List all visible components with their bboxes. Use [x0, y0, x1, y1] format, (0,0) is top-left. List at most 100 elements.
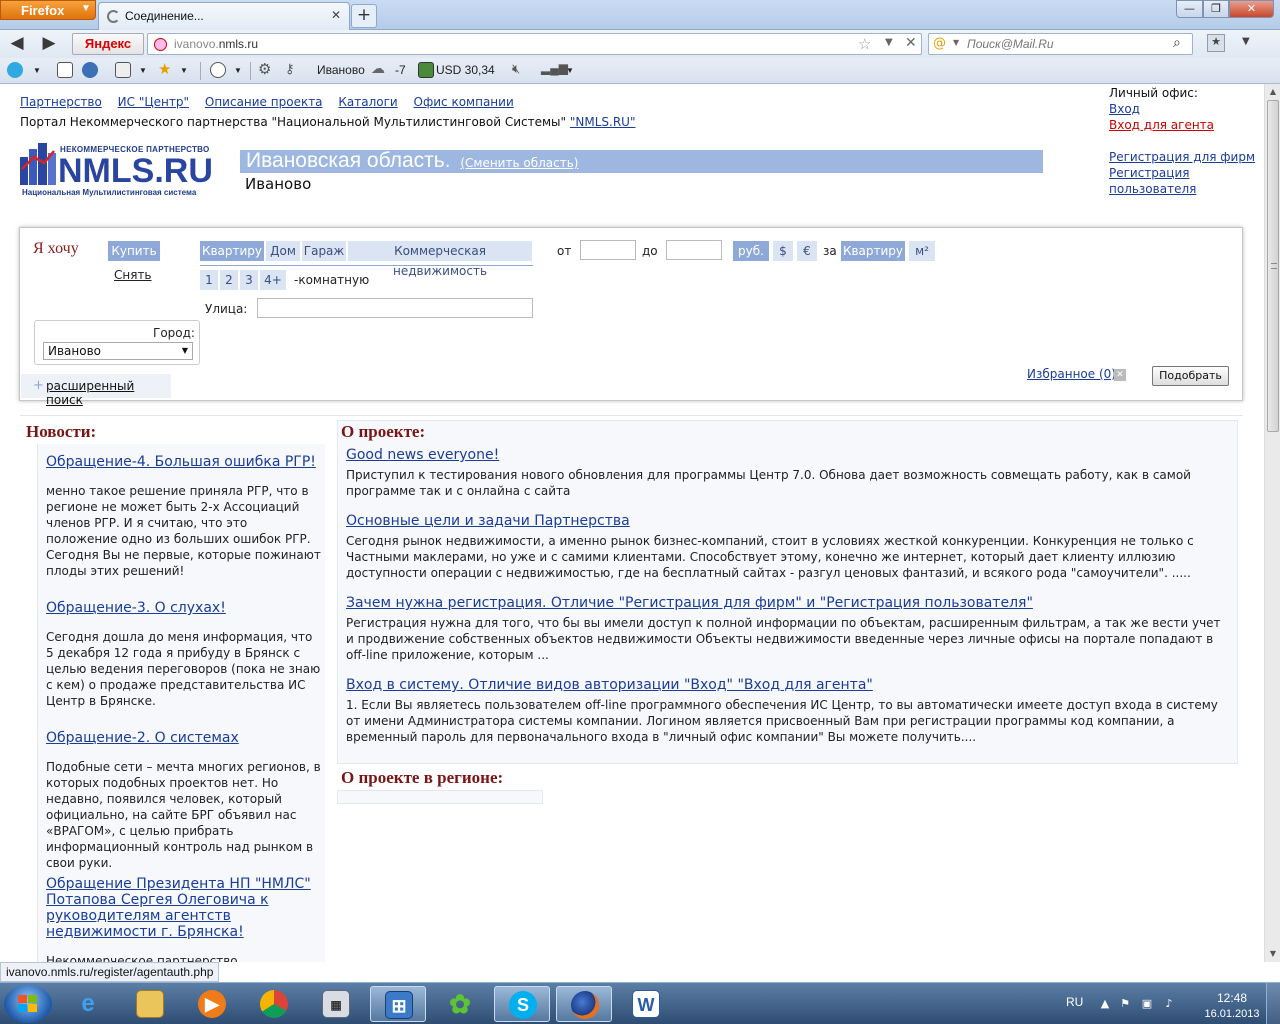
register-user-link[interactable]: Регистрация пользователя — [1109, 165, 1264, 197]
search-submit-button[interactable]: Подобрать — [1152, 366, 1229, 386]
type-tab-commercial[interactable]: Коммерческая недвижимость — [348, 241, 532, 278]
login-link[interactable]: Вход — [1109, 101, 1214, 117]
type-tab-house[interactable]: Дом — [266, 241, 300, 261]
currency-rub[interactable]: руб. — [733, 241, 769, 261]
bookmarks-icon[interactable]: ★ — [1207, 34, 1225, 52]
key-icon[interactable]: ⚷ — [285, 61, 295, 77]
mail-count-icon[interactable] — [82, 62, 98, 78]
signal-bars-icon[interactable]: ▂▄▆ — [541, 61, 568, 75]
back-icon[interactable]: ◀ — [6, 34, 28, 54]
news-title-link[interactable]: Обращение Президента НП "НМЛС" Потапова … — [46, 876, 321, 940]
yandex-button[interactable]: Яндекс — [72, 33, 144, 55]
price-from-input[interactable] — [580, 240, 636, 260]
rooms-2[interactable]: 2 — [220, 270, 238, 290]
portal-link[interactable]: "NMLS.RU" — [570, 115, 636, 129]
about-title-link[interactable]: Вход в систему. Отличие видов авторизаци… — [346, 677, 1226, 693]
taskbar-remote-desktop[interactable]: ⊞ — [370, 986, 426, 1022]
about-title-link[interactable]: Зачем нужна регистрация. Отличие "Регист… — [346, 595, 1226, 611]
url-text[interactable]: ivanovo.nmls.ru — [174, 37, 258, 51]
advanced-search-link[interactable]: расширенный поиск — [46, 379, 171, 407]
scroll-down-icon[interactable]: ▼ — [1266, 946, 1280, 962]
scroll-thumb[interactable] — [1267, 100, 1279, 432]
per-apartment[interactable]: Квартиру — [841, 241, 905, 261]
taskbar-calculator[interactable]: ▦ — [308, 986, 364, 1022]
language-indicator[interactable]: RU — [1066, 995, 1083, 1009]
rent-tab[interactable]: Снять — [114, 268, 152, 282]
taskbar-word[interactable]: W — [618, 986, 674, 1022]
rooms-1[interactable]: 1 — [200, 270, 218, 290]
rooms-4-plus[interactable]: 4+ — [260, 270, 286, 290]
chevron-down-icon[interactable]: ▼ — [234, 66, 242, 75]
news-title-link[interactable]: Обращение-2. О системах — [46, 730, 321, 746]
favorites-link[interactable]: Избранное (0) — [1027, 367, 1116, 381]
buy-tab[interactable]: Купить — [108, 241, 160, 261]
maximize-button[interactable]: ❐ — [1203, 0, 1229, 18]
nav-link-company-office[interactable]: Офис компании — [414, 95, 514, 109]
about-title-link[interactable]: Good news everyone! — [346, 447, 1226, 463]
screenshot-icon[interactable] — [115, 62, 131, 78]
start-button[interactable] — [4, 985, 52, 1023]
bookmark-star-icon[interactable]: ☆ — [858, 35, 871, 53]
chevron-down-icon[interactable]: ▼ — [33, 66, 41, 75]
nav-link-center[interactable]: ИС "Центр" — [118, 95, 189, 109]
mail-icon[interactable] — [57, 62, 73, 78]
taskbar-media-player[interactable]: ▶ — [184, 986, 240, 1022]
tab-current[interactable]: Соединение... ✕ — [98, 2, 350, 30]
per-square-meter[interactable]: м² — [909, 241, 935, 261]
search-icon[interactable]: ⌕ — [1173, 35, 1181, 51]
network-icon[interactable]: ▣ — [1140, 997, 1154, 1011]
page-scrollbar[interactable]: ▲ ▼ — [1264, 84, 1280, 962]
taskbar-firefox[interactable] — [556, 986, 612, 1022]
chevron-down-icon[interactable]: ▼ — [1242, 36, 1250, 47]
engine-dropdown-icon[interactable]: ▼ — [953, 38, 959, 47]
street-input[interactable] — [257, 298, 533, 318]
about-title-link[interactable]: Основные цели и задачи Партнерства — [346, 513, 1226, 529]
chevron-down-icon[interactable]: ▼ — [180, 66, 188, 75]
chevron-down-icon[interactable]: ▼ — [139, 66, 147, 75]
stop-icon[interactable]: ✕ — [905, 35, 917, 51]
clear-favorites-icon[interactable]: ✕ — [1114, 369, 1126, 381]
city-select[interactable]: Иваново ▼ — [43, 342, 193, 360]
news-title-link[interactable]: Обращение-3. О слухах! — [46, 600, 321, 616]
type-tab-garage[interactable]: Гараж — [302, 241, 346, 261]
nav-link-catalogs[interactable]: Каталоги — [338, 95, 397, 109]
register-firms-link[interactable]: Регистрация для фирм — [1109, 149, 1264, 165]
agent-login-link[interactable]: Вход для агента — [1109, 117, 1214, 133]
taskbar-skype[interactable]: S — [494, 986, 550, 1022]
minimize-button[interactable]: — — [1176, 0, 1203, 18]
chevron-up-icon[interactable]: ▲ — [1098, 997, 1112, 1011]
nav-link-partnership[interactable]: Партнерство — [20, 95, 102, 109]
currency-eur[interactable]: € — [797, 241, 817, 261]
taskbar-ie[interactable]: e — [60, 986, 116, 1022]
chat-icon[interactable] — [210, 62, 226, 78]
currency-rate[interactable]: USD 30,34 — [436, 63, 495, 77]
taskbar-chrome[interactable] — [246, 986, 302, 1022]
mute-icon[interactable]: 🔇︎ — [512, 61, 520, 77]
favorites-star-icon[interactable]: ★ — [158, 60, 171, 78]
address-bar[interactable]: ivanovo.nmls.ru ☆ ▼ ✕ — [147, 33, 922, 55]
weather-temperature[interactable]: -7 — [395, 63, 406, 77]
currency-usd[interactable]: $ — [773, 241, 793, 261]
weather-city[interactable]: Иваново — [317, 63, 365, 77]
nmls-logo[interactable]: НЕКОММЕРЧЕСКОЕ ПАРТНЕРСТВО NMLS.RU Нацио… — [18, 139, 228, 201]
action-center-flag-icon[interactable]: ⚑ — [1118, 997, 1132, 1011]
search-box[interactable]: @ ▼ Поиск@Mail.Ru ⌕ — [928, 33, 1193, 55]
taskbar-explorer[interactable] — [122, 986, 178, 1022]
taskbar-icq[interactable]: ✿ — [432, 986, 488, 1022]
close-window-button[interactable]: ✕ — [1229, 0, 1274, 18]
skype-icon[interactable] — [7, 62, 23, 78]
advanced-search[interactable]: + расширенный поиск — [21, 374, 171, 407]
type-tab-apartment[interactable]: Квартиру — [200, 241, 264, 261]
volume-icon[interactable]: ♪ — [1162, 997, 1176, 1011]
history-dropdown-icon[interactable]: ▼ — [885, 37, 893, 48]
change-region-link[interactable]: (Сменить область) — [460, 156, 578, 170]
nav-link-project-description[interactable]: Описание проекта — [205, 95, 323, 109]
show-desktop-button[interactable] — [1266, 983, 1280, 1024]
forward-icon[interactable]: ▶ — [38, 34, 60, 54]
clock[interactable]: 12:48 16.01.2013 — [1196, 990, 1268, 1022]
firefox-menu-button[interactable]: Firefox ▼ — [0, 0, 96, 20]
scroll-up-icon[interactable]: ▲ — [1266, 84, 1280, 100]
gear-icon[interactable]: ⚙ — [258, 60, 271, 78]
price-to-input[interactable] — [666, 240, 722, 260]
chevron-down-icon[interactable]: ▼ — [566, 66, 574, 75]
